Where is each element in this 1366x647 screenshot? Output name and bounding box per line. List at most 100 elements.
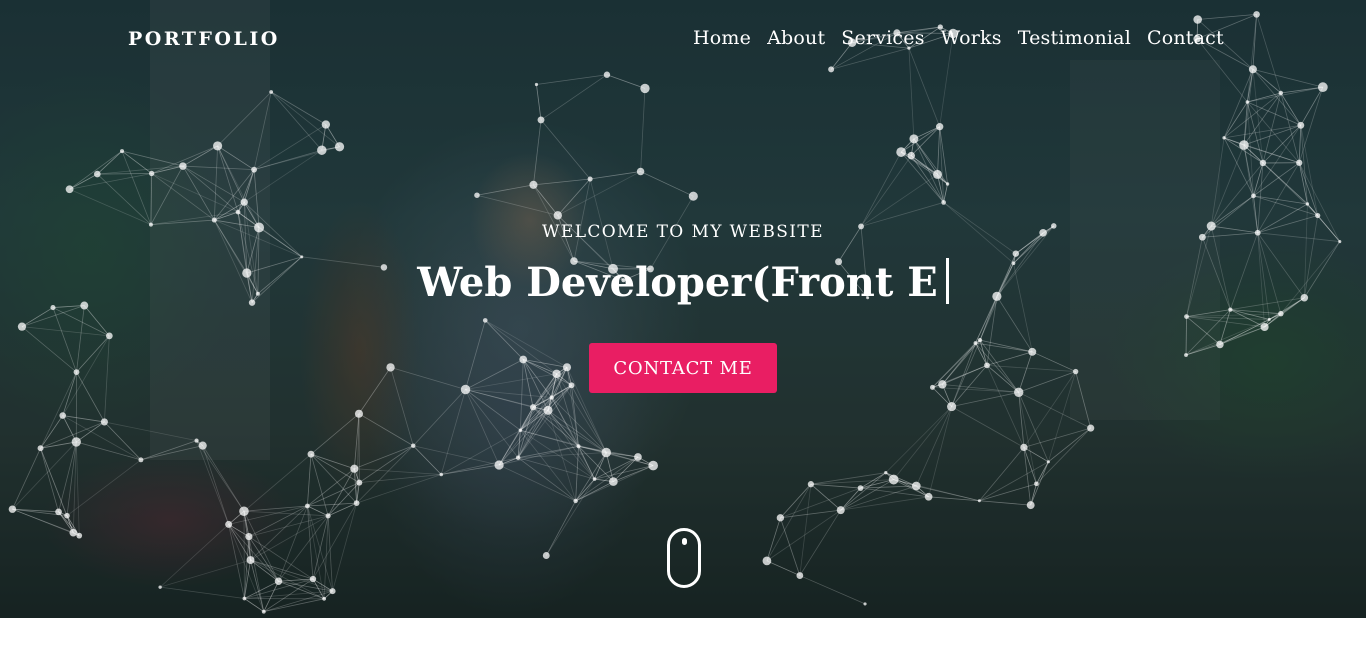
network-link [40, 448, 68, 516]
network-node [896, 147, 906, 157]
nav-home[interactable]: Home [693, 27, 751, 49]
network-link [1300, 86, 1324, 126]
network-link [766, 517, 781, 562]
network-link [533, 184, 559, 216]
site-logo[interactable]: PORTFOLIO [128, 28, 280, 50]
network-link [354, 445, 414, 470]
network-link [573, 178, 591, 262]
network-link [979, 500, 1031, 506]
network-link [69, 150, 123, 190]
network-node [55, 508, 62, 516]
network-link [484, 320, 524, 360]
network-link [951, 340, 981, 407]
network-link [332, 503, 357, 592]
network-link [606, 74, 646, 89]
network-link [12, 448, 41, 510]
network-link [75, 441, 80, 536]
network-link [533, 119, 542, 185]
network-node [568, 382, 575, 389]
network-link [986, 364, 1076, 372]
network-link [551, 397, 607, 453]
network-link [986, 365, 1019, 393]
network-node [553, 211, 563, 220]
network-link [1197, 13, 1257, 20]
network-link [253, 124, 327, 170]
network-link [860, 155, 912, 227]
network-link [937, 126, 941, 175]
network-link [1256, 14, 1282, 94]
network-link [1023, 447, 1049, 463]
network-node [1184, 314, 1189, 320]
nav-testimonial[interactable]: Testimonial [1018, 27, 1131, 49]
network-link [932, 339, 981, 388]
network-node [37, 445, 44, 452]
network-node [688, 191, 698, 201]
network-link [810, 479, 894, 485]
network-node [1046, 460, 1050, 464]
network-node [59, 412, 66, 419]
network-node [307, 450, 315, 458]
network-node [1259, 159, 1267, 167]
network-node [240, 198, 248, 206]
network-link [1018, 392, 1025, 448]
network-link [557, 178, 591, 216]
network-link [21, 326, 110, 337]
network-node [543, 405, 553, 415]
network-node [158, 585, 162, 589]
network-node [321, 120, 331, 129]
network-link [1023, 371, 1076, 448]
network-link [76, 441, 142, 461]
nav-about[interactable]: About [767, 27, 825, 49]
network-link [465, 389, 521, 431]
nav-services[interactable]: Services [841, 27, 924, 49]
network-node [941, 200, 946, 205]
network-link [76, 335, 110, 373]
contact-me-button[interactable]: CONTACT ME [589, 343, 777, 393]
network-link [606, 452, 654, 466]
network-node [552, 369, 561, 378]
network-node [1028, 347, 1037, 356]
nav-works[interactable]: Works [941, 27, 1002, 49]
network-link [228, 524, 245, 599]
network-link [21, 307, 54, 327]
network-link [520, 366, 568, 431]
network-link [780, 517, 801, 576]
network-link [97, 150, 123, 175]
network-node [1222, 136, 1226, 140]
network-link [97, 173, 152, 225]
network-link [766, 483, 812, 562]
network-node [888, 474, 899, 485]
network-link [202, 445, 230, 525]
network-node [148, 170, 155, 177]
network-link [1224, 124, 1301, 139]
network-node [1253, 11, 1260, 18]
network-node [636, 167, 645, 176]
network-link [250, 559, 279, 582]
mouse-wheel [682, 538, 687, 545]
network-node [100, 418, 108, 426]
network-link [465, 359, 524, 390]
network-node [242, 596, 247, 601]
network-link [465, 389, 500, 466]
network-node [1026, 501, 1035, 510]
network-node [576, 444, 581, 449]
network-link [40, 371, 77, 449]
mouse-scroll-icon[interactable] [667, 528, 701, 588]
network-link [359, 445, 414, 483]
network-node [1267, 317, 1271, 321]
typed-text: Web Developer(Front E [417, 259, 938, 306]
network-node [592, 477, 597, 481]
network-link [182, 165, 255, 171]
network-node [609, 477, 618, 486]
nav-contact[interactable]: Contact [1147, 27, 1224, 49]
network-link [312, 502, 357, 580]
network-node [198, 441, 207, 450]
network-link [810, 483, 861, 489]
network-node [1278, 310, 1284, 317]
network-link [943, 183, 948, 203]
network-node [907, 151, 916, 160]
network-node [356, 479, 363, 486]
network-link [58, 441, 77, 512]
network-link [62, 372, 77, 416]
network-link [522, 359, 549, 411]
